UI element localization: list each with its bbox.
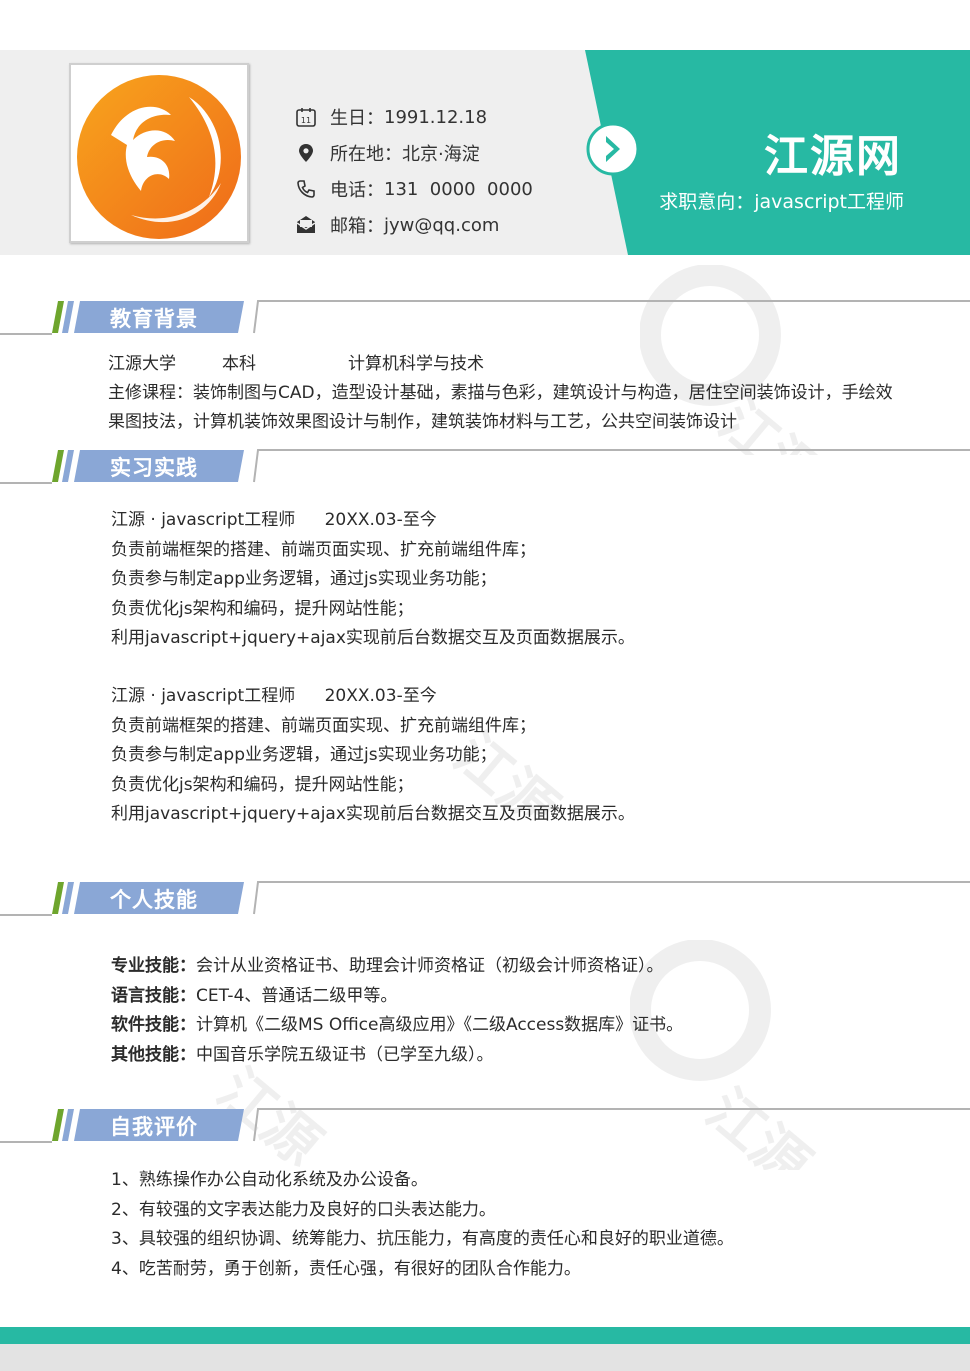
birthday-label: 生日： bbox=[330, 108, 384, 129]
experience-line: 利用javascript+jquery+ajax实现前后台数据交互及页面数据展示… bbox=[111, 804, 635, 824]
candidate-name: 江源网 bbox=[764, 131, 902, 182]
location-label: 所在地： bbox=[330, 144, 402, 165]
arrow-badge-icon bbox=[585, 121, 641, 177]
section-title-internship: 实习实践 bbox=[110, 456, 198, 480]
location-pin-icon bbox=[295, 142, 317, 164]
experience-entry-2: 江源 · javascript工程师 20XX.03-至今 负责前端框架的搭建、… bbox=[111, 682, 635, 830]
skills-list: 专业技能：会计从业资格证书、助理会计师资格证（初级会计师资格证）。 语言技能：C… bbox=[111, 952, 683, 1070]
skill-label: 语言技能： bbox=[111, 985, 196, 1006]
skill-label: 软件技能： bbox=[111, 1015, 196, 1035]
experience-line: 负责参与制定app业务逻辑，通过js实现业务功能； bbox=[111, 745, 497, 765]
phone-value: 131 0000 0000 bbox=[384, 178, 533, 200]
footer-grey-bar bbox=[0, 1344, 970, 1371]
section-header-education: 教育背景 bbox=[0, 299, 970, 339]
logo-icon bbox=[77, 75, 241, 239]
phone-icon bbox=[295, 178, 317, 200]
birthday-row: 11 生日： 1991.12.18 bbox=[295, 104, 487, 130]
email-label: 邮箱： bbox=[330, 216, 384, 237]
calendar-icon: 11 bbox=[295, 106, 317, 128]
self-eval-item: 1、熟练操作办公自动化系统及办公设备。 bbox=[111, 1170, 428, 1190]
experience-period: 20XX.03-至今 bbox=[324, 686, 437, 706]
skill-value: 中国音乐学院五级证书（已学至九级）。 bbox=[196, 1044, 494, 1065]
footer-teal-bar bbox=[0, 1327, 970, 1344]
major: 计算机科学与技术 bbox=[348, 354, 484, 374]
phone-label: 电话： bbox=[330, 180, 384, 201]
degree: 本科 bbox=[222, 354, 256, 374]
experience-entry-1: 江源 · javascript工程师 20XX.03-至今 负责前端框架的搭建、… bbox=[111, 506, 635, 654]
email-row: 邮箱： jyw@qq.com bbox=[295, 212, 499, 238]
experience-heading: 江源 · javascript工程师 20XX.03-至今 bbox=[111, 506, 635, 536]
email-value: jyw@qq.com bbox=[384, 214, 500, 236]
birthday-value: 1991.12.18 bbox=[384, 106, 488, 128]
svg-text:11: 11 bbox=[301, 116, 311, 125]
courses-line-2: 果图技法，计算机装饰效果图设计与制作，建筑装饰材料与工艺，公共空间装饰设计 bbox=[108, 412, 737, 432]
envelope-icon bbox=[295, 214, 317, 236]
experience-line: 负责前端框架的搭建、前端页面实现、扩充前端组件库； bbox=[111, 715, 536, 736]
skill-value: 计算机《二级MS Office高级应用》《二级Access数据库》证书。 bbox=[196, 1015, 684, 1035]
section-title-education: 教育背景 bbox=[110, 307, 198, 331]
experience-line: 负责参与制定app业务逻辑，通过js实现业务功能； bbox=[111, 569, 497, 589]
school: 江源大学 bbox=[108, 354, 176, 374]
skill-label: 其他技能： bbox=[111, 1044, 196, 1065]
profile-photo bbox=[69, 63, 249, 243]
skill-value: CET-4、普通话二级甲等。 bbox=[196, 985, 398, 1006]
section-header-self-eval: 自我评价 bbox=[0, 1107, 970, 1147]
phone-row: 电话： 131 0000 0000 bbox=[295, 176, 533, 202]
experience-line: 负责优化js架构和编码，提升网站性能； bbox=[111, 774, 414, 795]
education-line: 江源大学 本科 计算机科学与技术 bbox=[108, 350, 484, 380]
experience-title: 江源 · javascript工程师 bbox=[111, 510, 296, 530]
job-objective: 求职意向：javascript工程师 bbox=[659, 191, 904, 213]
experience-line: 负责优化js架构和编码，提升网站性能； bbox=[111, 598, 414, 619]
self-eval-list: 1、熟练操作办公自动化系统及办公设备。 2、有较强的文字表达能力及良好的口头表达… bbox=[111, 1166, 734, 1284]
location-value: 北京·海淀 bbox=[402, 144, 480, 165]
section-title-skills: 个人技能 bbox=[110, 888, 198, 912]
skill-label: 专业技能： bbox=[111, 956, 196, 976]
section-header-skills: 个人技能 bbox=[0, 880, 970, 920]
self-eval-item: 3、具较强的组织协调、统筹能力、抗压能力，有高度的责任心和良好的职业道德。 bbox=[111, 1229, 734, 1249]
skill-row: 软件技能：计算机《二级MS Office高级应用》《二级Access数据库》证书… bbox=[111, 1011, 683, 1041]
courses-line-1: 主修课程：装饰制图与CAD，造型设计基础，素描与色彩，建筑设计与构造，居住空间装… bbox=[108, 383, 893, 403]
location-row: 所在地： 北京·海淀 bbox=[295, 140, 480, 166]
experience-title: 江源 · javascript工程师 bbox=[111, 686, 296, 706]
section-title-self-eval: 自我评价 bbox=[110, 1115, 198, 1139]
experience-line: 利用javascript+jquery+ajax实现前后台数据交互及页面数据展示… bbox=[111, 628, 635, 648]
experience-period: 20XX.03-至今 bbox=[324, 510, 437, 530]
section-header-internship: 实习实践 bbox=[0, 448, 970, 488]
skill-value: 会计从业资格证书、助理会计师资格证（初级会计师资格证）。 bbox=[196, 956, 664, 976]
skill-row: 语言技能：CET-4、普通话二级甲等。 bbox=[111, 982, 683, 1012]
experience-line: 负责前端框架的搭建、前端页面实现、扩充前端组件库； bbox=[111, 539, 536, 560]
self-eval-item: 4、吃苦耐劳，勇于创新，责任心强，有很好的团队合作能力。 bbox=[111, 1258, 581, 1279]
experience-heading: 江源 · javascript工程师 20XX.03-至今 bbox=[111, 682, 635, 712]
self-eval-item: 2、有较强的文字表达能力及良好的口头表达能力。 bbox=[111, 1199, 496, 1220]
skill-row: 专业技能：会计从业资格证书、助理会计师资格证（初级会计师资格证）。 bbox=[111, 952, 683, 982]
skill-row: 其他技能：中国音乐学院五级证书（已学至九级）。 bbox=[111, 1041, 683, 1071]
